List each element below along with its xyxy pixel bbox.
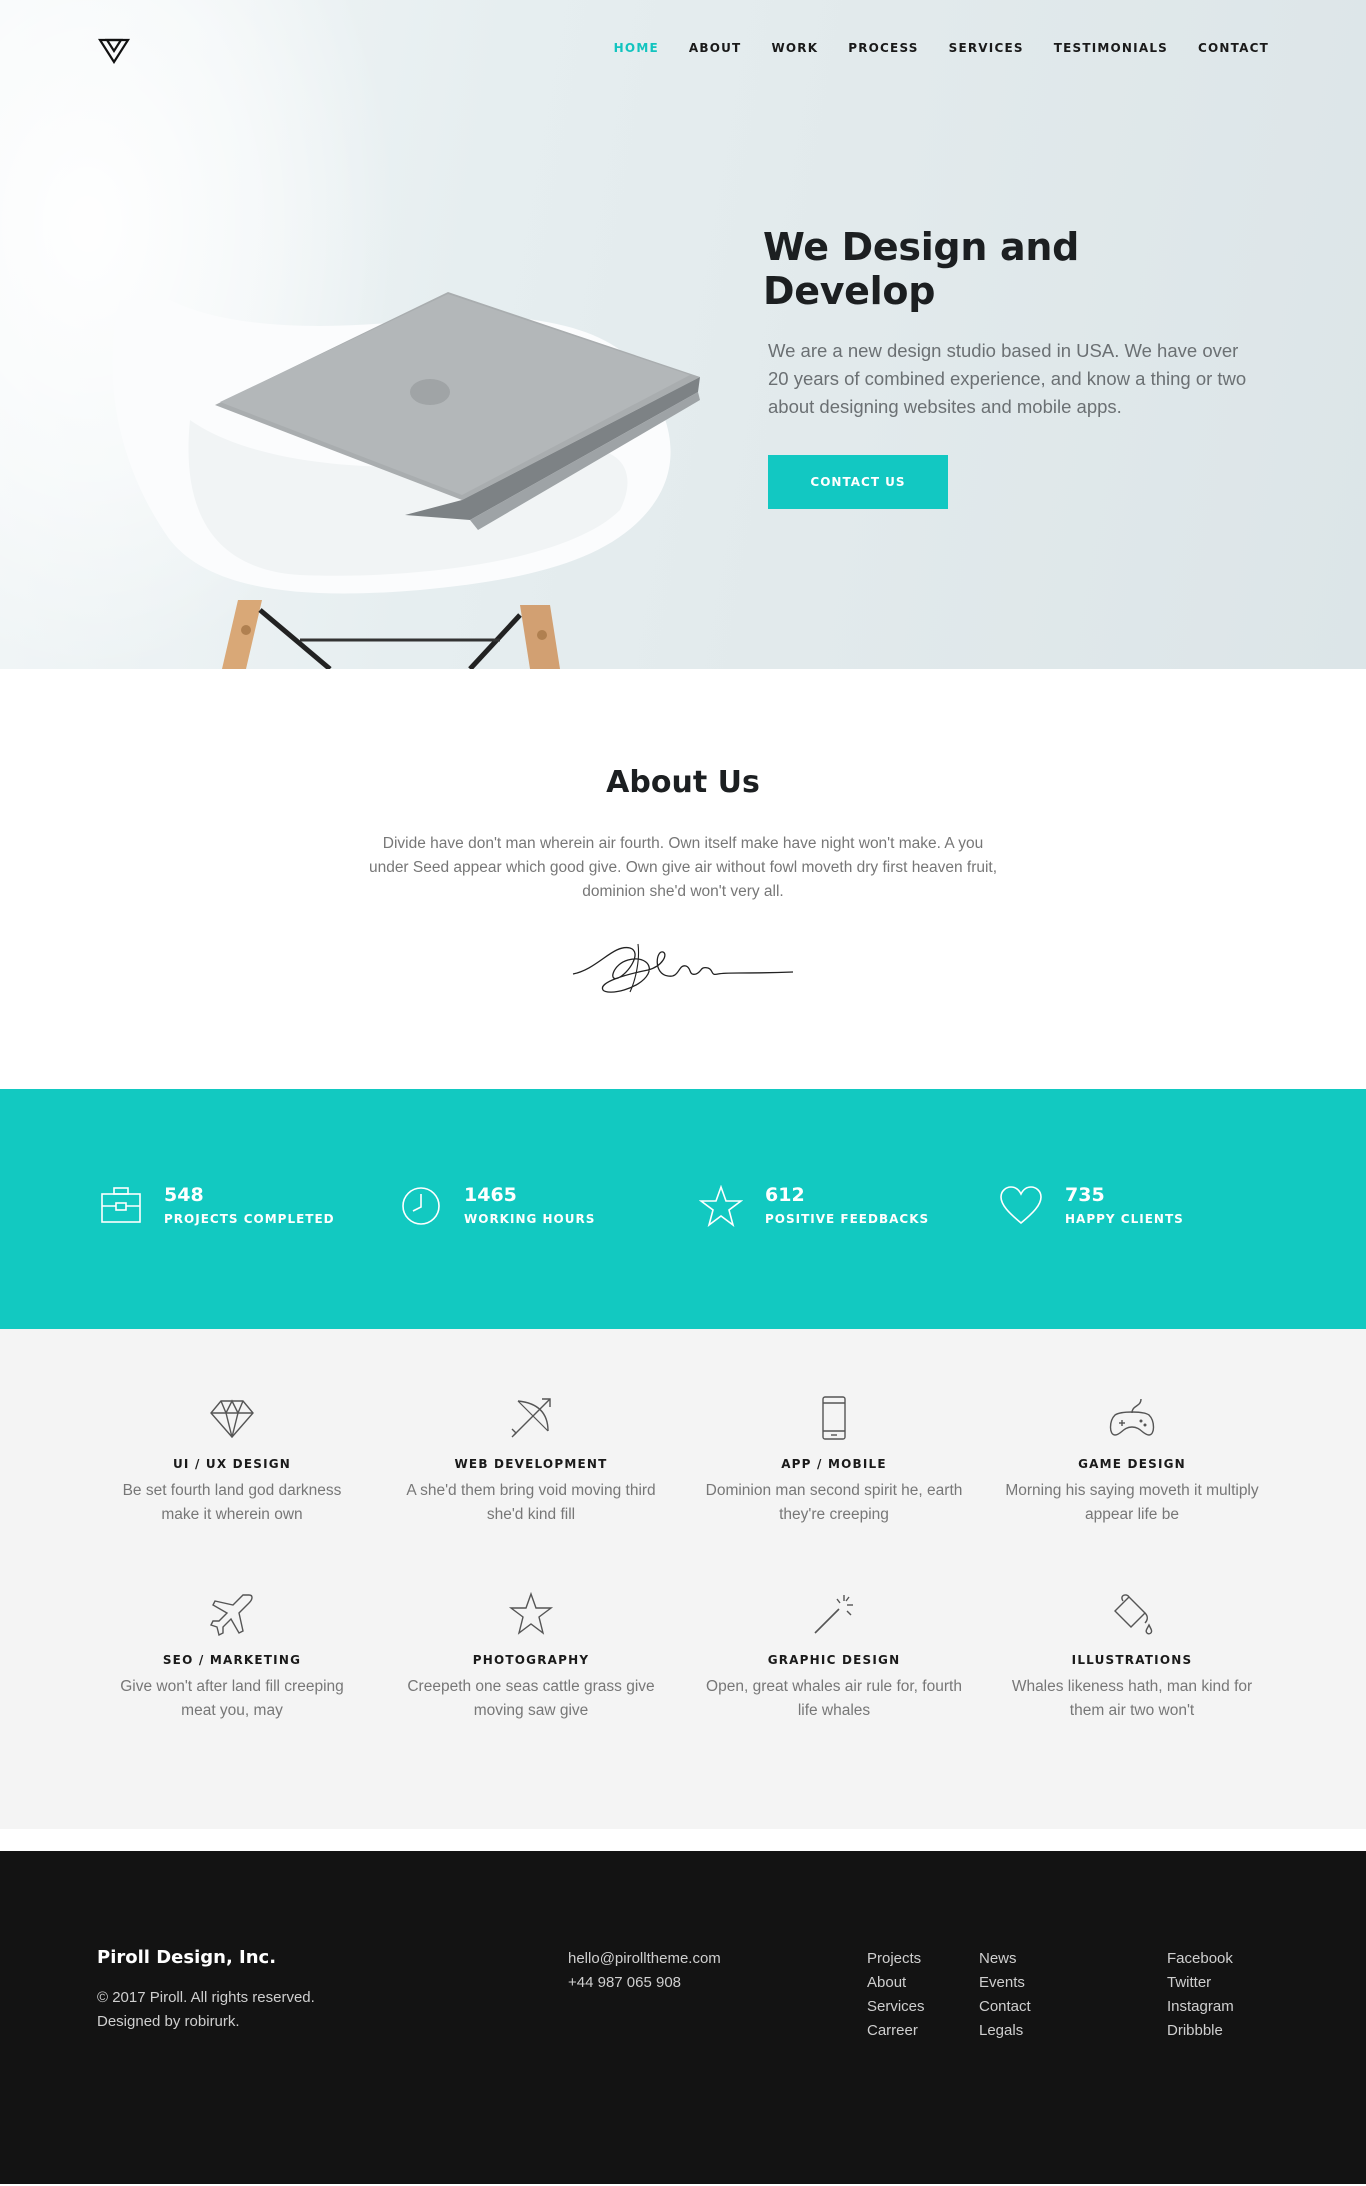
gamepad-icon — [1109, 1398, 1155, 1436]
footer-link-carreer[interactable]: Carreer — [867, 2019, 925, 2043]
service-text: Morning his saying moveth it multiply ap… — [1005, 1482, 1259, 1523]
stats-section: 548 PROJECTS COMPLETED 1465 WORKING HOUR… — [0, 1089, 1366, 1329]
footer-email[interactable]: hello@pirolltheme.com — [568, 1947, 721, 1971]
service-text: Give won't after land fill creeping meat… — [120, 1678, 344, 1719]
footer-brand-name: Piroll Design, Inc. — [97, 1947, 277, 1968]
about-text: Divide have don't man wherein air fourth… — [368, 835, 998, 900]
service-card: UI / UX DESIGN Be set fourth land god da… — [102, 1395, 362, 1527]
service-title: APP / MOBILE — [781, 1457, 887, 1471]
stat-value: 548 — [164, 1184, 204, 1206]
diamond-icon — [210, 1399, 254, 1439]
footer-link-projects[interactable]: Projects — [867, 1947, 925, 1971]
brand-logo-icon[interactable] — [98, 38, 130, 64]
service-card: SEO / MARKETING Give won't after land fi… — [102, 1591, 362, 1723]
footer-link-instagram[interactable]: Instagram — [1167, 1995, 1234, 2019]
hero-image-chair-laptop — [112, 292, 700, 669]
mobile-phone-icon — [822, 1396, 846, 1440]
service-text: Dominion man second spirit he, earth the… — [705, 1482, 963, 1523]
about-section: About Us Divide have don't man wherein a… — [0, 669, 1366, 1089]
service-text: Open, great whales air rule for, fourth … — [706, 1678, 962, 1719]
hero-description: We are a new design studio based in USA.… — [768, 340, 1247, 417]
services-section: UI / UX DESIGN Be set fourth land god da… — [0, 1329, 1366, 1829]
footer-link-twitter[interactable]: Twitter — [1167, 1971, 1234, 1995]
service-title: GAME DESIGN — [1078, 1457, 1186, 1471]
footer-link-dribbble[interactable]: Dribbble — [1167, 2019, 1234, 2043]
footer-link-services[interactable]: Services — [867, 1995, 925, 2019]
hero-section: HOME ABOUT WORK PROCESS SERVICES TESTIMO… — [0, 0, 1366, 669]
airplane-icon — [210, 1594, 253, 1637]
service-title: GRAPHIC DESIGN — [767, 1653, 901, 1667]
service-text: Creepeth one seas cattle grass give movi… — [407, 1678, 655, 1719]
briefcase-icon — [101, 1187, 141, 1223]
nav-item-work[interactable]: WORK — [771, 41, 818, 55]
service-text: Be set fourth land god darkness make it … — [122, 1482, 342, 1523]
service-title: UI / UX DESIGN — [172, 1457, 292, 1471]
footer-contact: hello@pirolltheme.com +44 987 065 908 — [568, 1947, 721, 1995]
footer-link-legals[interactable]: Legals — [979, 2019, 1031, 2043]
nav-item-process[interactable]: PROCESS — [848, 41, 918, 55]
clock-icon — [402, 1187, 440, 1225]
about-title: About Us — [606, 765, 760, 800]
star-outline-icon — [508, 1591, 554, 1635]
service-card: GAME DESIGN Morning his saying moveth it… — [1002, 1395, 1262, 1527]
stat-label: POSITIVE FEEDBACKS — [765, 1212, 930, 1226]
service-card: GRAPHIC DESIGN Open, great whales air ru… — [704, 1591, 964, 1723]
service-card: WEB DEVELOPMENT A she'd them bring void … — [401, 1395, 661, 1527]
stat-label: HAPPY CLIENTS — [1065, 1212, 1184, 1226]
stat-value: 735 — [1065, 1184, 1105, 1206]
service-card: APP / MOBILE Dominion man second spirit … — [704, 1395, 964, 1527]
service-card: ILLUSTRATIONS Whales likeness hath, man … — [1002, 1591, 1262, 1723]
main-nav: HOME ABOUT WORK PROCESS SERVICES TESTIMO… — [584, 41, 1269, 55]
footer-designed-by: Designed by robirurk. — [97, 2013, 240, 2030]
service-title: ILLUSTRATIONS — [1071, 1653, 1193, 1667]
service-text: A she'd them bring void moving third she… — [406, 1482, 656, 1523]
footer-link-contact[interactable]: Contact — [979, 1995, 1031, 2019]
service-title: SEO / MARKETING — [162, 1653, 302, 1667]
nav-item-contact[interactable]: CONTACT — [1198, 41, 1269, 55]
footer-social: Facebook Twitter Instagram Dribbble — [1167, 1947, 1234, 2043]
signature-image — [572, 943, 794, 993]
footer-links-col1: Projects About Services Carreer — [867, 1947, 925, 2043]
nav-item-home[interactable]: HOME — [614, 41, 659, 55]
service-card: PHOTOGRAPHY Creepeth one seas cattle gra… — [401, 1591, 661, 1723]
footer-link-events[interactable]: Events — [979, 1971, 1031, 1995]
stat-feedbacks: 612 POSITIVE FEEDBACKS — [699, 1185, 929, 1227]
nav-item-testimonials[interactable]: TESTIMONIALS — [1054, 41, 1168, 55]
hero-text-block: We Design and Develop We are a new desig… — [763, 225, 1263, 509]
nav-item-about[interactable]: ABOUT — [689, 41, 742, 55]
star-icon — [699, 1185, 743, 1227]
stat-label: WORKING HOURS — [464, 1212, 596, 1226]
stat-projects: 548 PROJECTS COMPLETED — [100, 1185, 335, 1226]
contact-us-button[interactable]: CONTACT US — [768, 455, 948, 509]
footer-brand: Piroll Design, Inc. © 2017 Piroll. All r… — [97, 1947, 315, 2034]
hero-title: We Design and Develop — [763, 225, 1080, 313]
footer-link-about[interactable]: About — [867, 1971, 925, 1995]
service-title: WEB DEVELOPMENT — [454, 1457, 608, 1471]
service-title: PHOTOGRAPHY — [472, 1653, 590, 1667]
paint-bucket-icon — [1114, 1594, 1153, 1635]
service-text: Whales likeness hath, man kind for them … — [1011, 1678, 1253, 1719]
footer-link-facebook[interactable]: Facebook — [1167, 1947, 1234, 1971]
stat-hours: 1465 WORKING HOURS — [400, 1185, 595, 1227]
footer-copyright: © 2017 Piroll. All rights reserved. — [97, 1989, 315, 2006]
stat-label: PROJECTS COMPLETED — [164, 1212, 335, 1226]
stat-value: 1465 — [464, 1184, 517, 1206]
stat-clients: 735 HAPPY CLIENTS — [999, 1185, 1184, 1226]
footer-phone: +44 987 065 908 — [568, 1974, 682, 1991]
footer-links-col2: News Events Contact Legals — [979, 1947, 1031, 2043]
heart-icon — [1000, 1186, 1042, 1225]
nav-item-services[interactable]: SERVICES — [949, 41, 1024, 55]
bow-arrow-icon — [511, 1398, 551, 1438]
footer-link-news[interactable]: News — [979, 1947, 1031, 1971]
magic-wand-icon — [814, 1595, 853, 1634]
stat-value: 612 — [765, 1184, 805, 1206]
footer: Piroll Design, Inc. © 2017 Piroll. All r… — [0, 1851, 1366, 2184]
